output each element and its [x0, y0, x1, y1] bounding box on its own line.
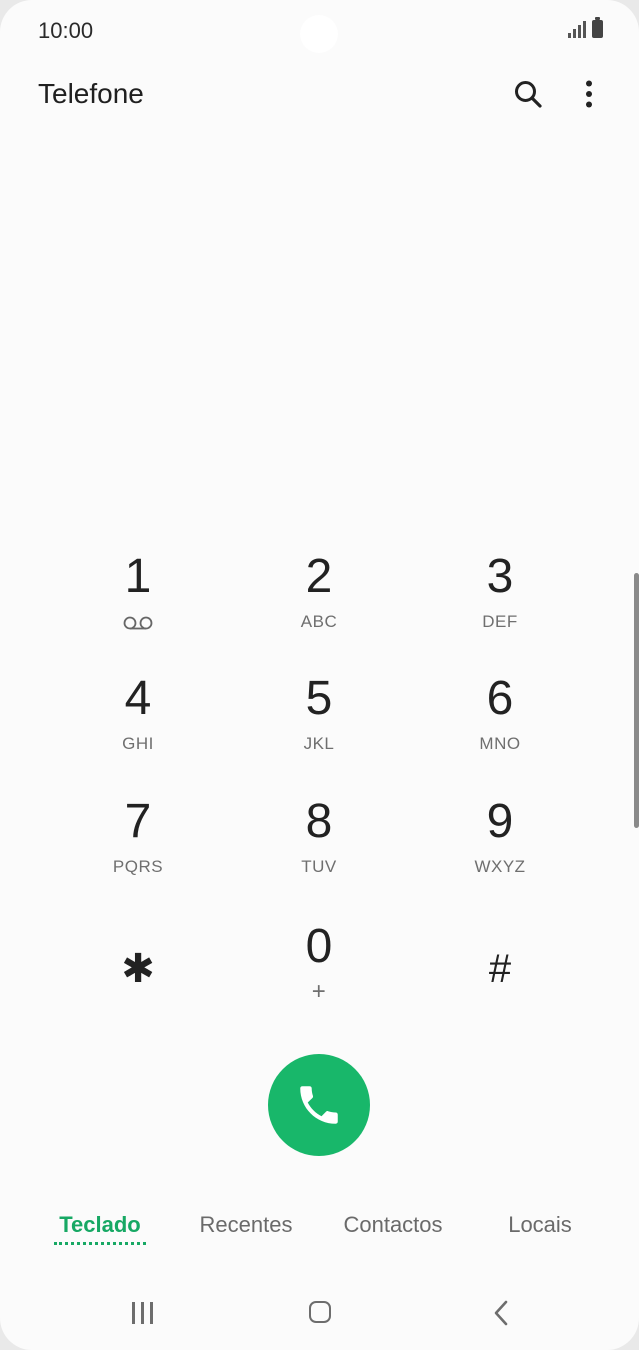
search-icon [515, 81, 542, 108]
key-1[interactable]: 1 [58, 548, 218, 660]
key-2[interactable]: 2 ABC [239, 548, 399, 660]
key-9[interactable]: 9 WXYZ [420, 793, 580, 905]
more-vertical-icon [586, 80, 592, 108]
phone-screen: 10:00 Telefone 1 2 ABC 3 DEF 4 GHI 5 JKL… [0, 0, 639, 1350]
key-8[interactable]: 8 TUV [239, 793, 399, 905]
key-digit: 9 [486, 795, 514, 848]
key-3[interactable]: 3 DEF [420, 548, 580, 660]
key-star[interactable]: ✱ [58, 944, 218, 1004]
key-4[interactable]: 4 GHI [58, 670, 218, 782]
call-button[interactable] [268, 1054, 370, 1156]
active-tab-indicator [54, 1242, 146, 1245]
key-digit: 5 [305, 672, 333, 725]
front-camera [300, 15, 338, 53]
key-letters: GHI [122, 734, 154, 753]
status-bar: 10:00 [0, 0, 639, 64]
back-icon[interactable] [492, 1300, 510, 1326]
key-digit: 3 [486, 550, 514, 603]
status-icons [568, 17, 603, 38]
key-0[interactable]: 0 + [239, 918, 399, 1030]
phone-icon [300, 1086, 338, 1124]
key-digit: 6 [486, 672, 514, 725]
home-button[interactable] [309, 1301, 331, 1323]
key-digit: 1 [124, 550, 152, 603]
key-digit: # [488, 947, 512, 991]
key-digit: 2 [305, 550, 333, 603]
key-6[interactable]: 6 MNO [420, 670, 580, 782]
status-time: 10:00 [38, 18, 94, 43]
tab-recents[interactable]: Recentes [186, 1212, 306, 1238]
key-digit: 4 [124, 672, 152, 725]
battery-icon [592, 17, 603, 38]
bottom-tabs: Teclado Recentes Contactos Locais [0, 1200, 639, 1260]
system-navigation-bar [0, 1280, 639, 1346]
recent-apps-button[interactable] [132, 1302, 153, 1324]
key-letters: + [311, 978, 327, 1005]
tab-places[interactable]: Locais [490, 1212, 590, 1238]
key-digit: 0 [305, 920, 333, 973]
key-letters: WXYZ [474, 857, 526, 876]
key-letters: MNO [479, 734, 521, 753]
scroll-handle[interactable] [634, 573, 639, 828]
key-7[interactable]: 7 PQRS [58, 793, 218, 905]
page-title: Telefone [38, 78, 144, 109]
key-letters: DEF [482, 612, 518, 631]
more-options-button[interactable] [572, 74, 606, 114]
search-button[interactable] [508, 74, 548, 114]
key-letters: ABC [300, 612, 338, 631]
key-letters: JKL [303, 734, 335, 753]
tab-contacts[interactable]: Contactos [330, 1212, 456, 1238]
key-5[interactable]: 5 JKL [239, 670, 399, 782]
key-hash[interactable]: # [420, 944, 580, 1004]
key-letters: TUV [301, 857, 337, 876]
key-digit: 8 [305, 795, 333, 848]
tab-keypad[interactable]: Teclado [54, 1212, 146, 1238]
key-letters: PQRS [112, 857, 164, 876]
voicemail-icon [123, 616, 153, 630]
key-digit: ✱ [121, 947, 155, 991]
key-digit: 7 [124, 795, 152, 848]
signal-icon [568, 20, 586, 38]
